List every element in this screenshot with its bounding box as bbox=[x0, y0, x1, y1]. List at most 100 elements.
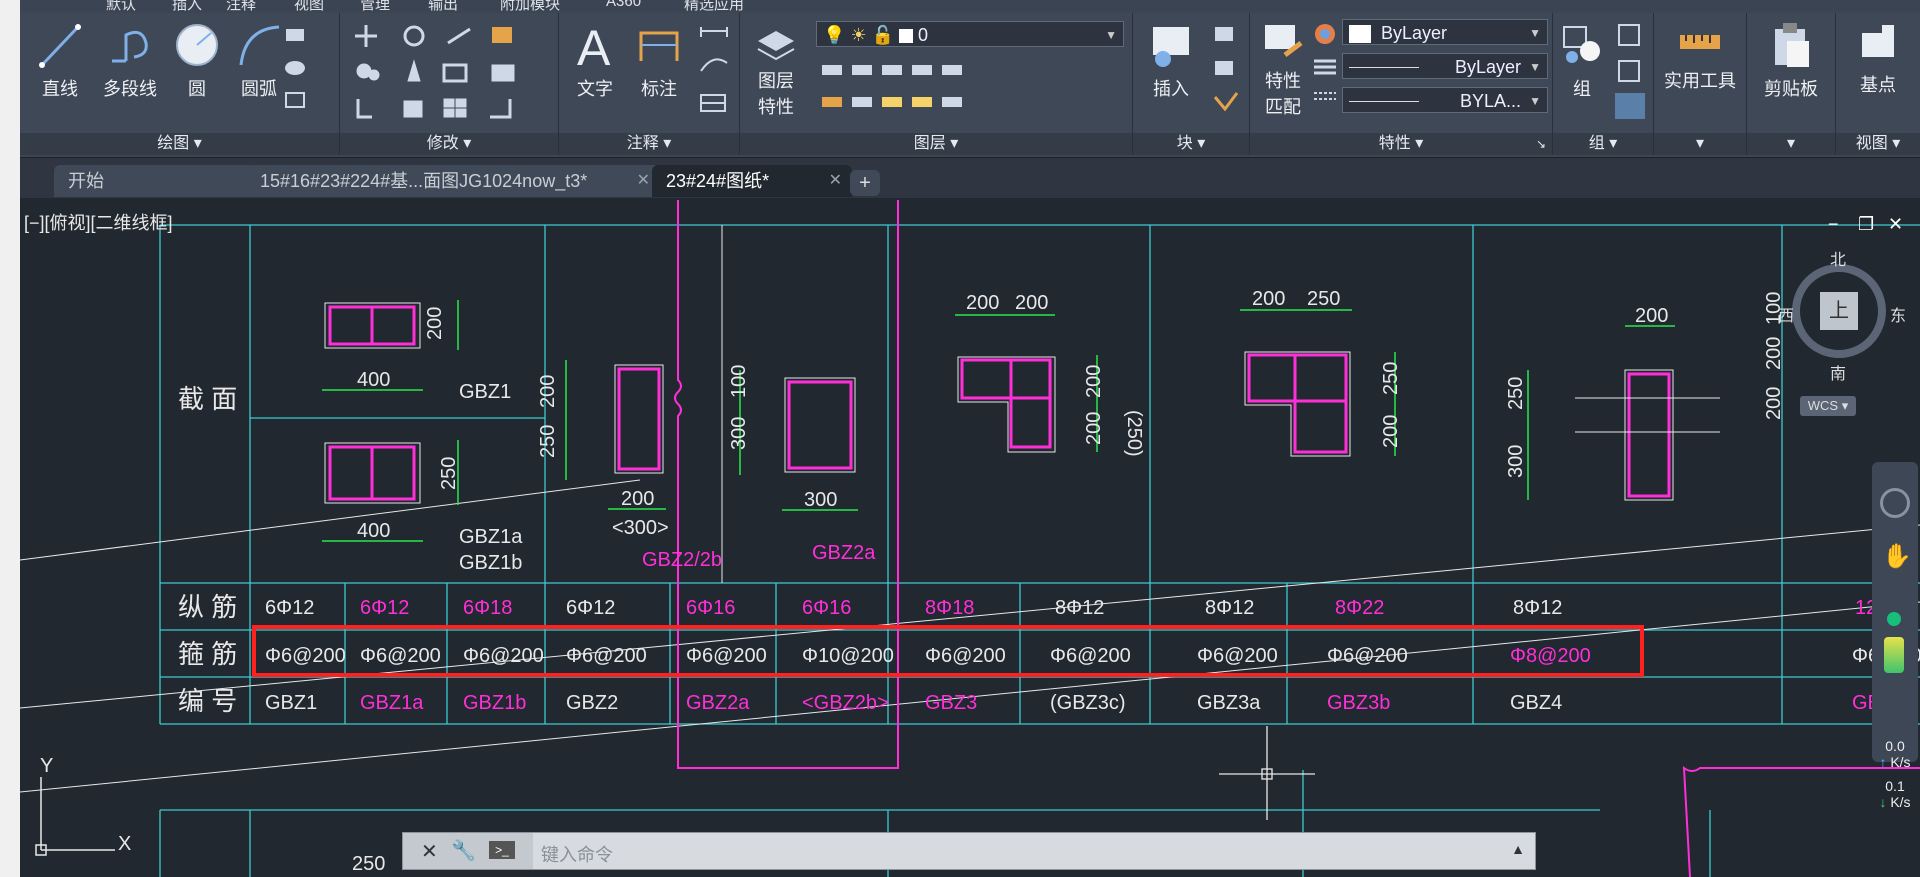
tab-start[interactable]: 开始 bbox=[54, 165, 254, 197]
command-prompt-icon[interactable]: >_ bbox=[489, 841, 515, 859]
pan-icon[interactable]: ✋ bbox=[1882, 542, 1912, 571]
panel-draw-title[interactable]: 绘图 ▾ bbox=[20, 133, 339, 155]
line-button[interactable]: 直线 bbox=[30, 21, 90, 101]
wcs-dropdown[interactable]: WCS ▾ bbox=[1800, 396, 1856, 416]
dimension-button[interactable]: 标注 bbox=[629, 21, 689, 101]
circle-button[interactable]: 圆 bbox=[170, 21, 224, 101]
insert-block-icon bbox=[1153, 27, 1189, 67]
block-extra-icons[interactable] bbox=[1209, 23, 1245, 113]
crosshair-cursor bbox=[1219, 726, 1315, 820]
dim-gbz2a-h2: 300 bbox=[728, 417, 750, 450]
compass-west[interactable]: 西 bbox=[1778, 302, 1794, 326]
steering-wheel-icon[interactable] bbox=[1880, 488, 1910, 518]
compass-east[interactable]: 东 bbox=[1890, 302, 1906, 326]
menu-insert[interactable]: 插入 bbox=[172, 0, 202, 11]
close-viewport-button[interactable]: ✕ bbox=[1888, 214, 1903, 235]
svg-text:8Φ22: 8Φ22 bbox=[1335, 597, 1384, 619]
dim-gbz3a-h2: 200 bbox=[1380, 415, 1402, 448]
svg-text:Φ6@200: Φ6@200 bbox=[1327, 645, 1408, 667]
panel-group-title[interactable]: 组 ▾ bbox=[1553, 133, 1653, 155]
svg-text:Φ10@200: Φ10@200 bbox=[802, 645, 894, 667]
drawing-canvas[interactable]: 截 面 纵 筋 箍 筋 编 号 400 200 400 250 200 <300… bbox=[20, 200, 1920, 877]
basepoint-icon bbox=[1862, 25, 1894, 57]
autocad-window: 默认 插入 注释 视图 管理 输出 附加模块 A360 精选应用 直线 多段线 … bbox=[0, 0, 1920, 877]
annotation-extra-icons[interactable] bbox=[697, 23, 733, 113]
svg-text:Φ6@200: Φ6@200 bbox=[463, 645, 544, 667]
dim-right-1: 200 bbox=[1763, 337, 1785, 370]
command-line-tools: ✕ 🔧 >_ bbox=[403, 833, 533, 869]
close-icon[interactable]: ✕ bbox=[829, 165, 842, 197]
modify-tool-icons[interactable] bbox=[352, 21, 548, 121]
close-icon[interactable]: ✕ bbox=[637, 165, 650, 197]
arc-icon bbox=[239, 25, 280, 66]
group-extra-icons[interactable] bbox=[1615, 21, 1649, 121]
command-input[interactable]: 键入命令 bbox=[541, 841, 613, 867]
menu-annotate[interactable]: 注释 bbox=[226, 0, 256, 11]
clipboard-button[interactable]: 剪贴板 bbox=[1751, 21, 1831, 101]
wrench-icon[interactable]: 🔧 bbox=[451, 838, 476, 863]
panel-clipboard: 剪贴板 ▾ bbox=[1747, 13, 1836, 155]
property-icons bbox=[1314, 24, 1336, 100]
minimize-viewport-button[interactable]: − bbox=[1828, 214, 1839, 235]
compass-south[interactable]: 南 bbox=[1830, 360, 1846, 384]
polyline-button[interactable]: 多段线 bbox=[90, 21, 170, 101]
measure-icon bbox=[1680, 35, 1720, 49]
compass-north[interactable]: 北 bbox=[1830, 246, 1846, 270]
panel-utilities-title[interactable]: ▾ bbox=[1654, 133, 1746, 155]
dim-gbz2-h1: 200 bbox=[537, 375, 559, 408]
dim-gbz1a-width: 400 bbox=[357, 520, 390, 542]
match-properties-button[interactable]: 特性 匹配 bbox=[1254, 21, 1312, 119]
ucs-icon: Y X bbox=[35, 755, 131, 856]
clipboard-icon bbox=[1775, 23, 1809, 67]
panel-modify: 修改 ▾ bbox=[340, 13, 559, 155]
panel-modify-title[interactable]: 修改 ▾ bbox=[340, 133, 558, 155]
menu-addins[interactable]: 附加模块 bbox=[500, 0, 560, 11]
panel-block-title[interactable]: 块 ▾ bbox=[1133, 133, 1249, 155]
svg-text:Φ6@200: Φ6@200 bbox=[686, 645, 767, 667]
chevron-up-icon[interactable]: ▲ bbox=[1511, 841, 1525, 857]
network-status-icon bbox=[1887, 612, 1901, 626]
dim-right-3: 200 bbox=[1763, 387, 1785, 420]
layer-dropdown[interactable]: 💡 ☀ 🔓 0 ▼ bbox=[816, 21, 1124, 47]
svg-text:Φ6@200: Φ6@200 bbox=[566, 645, 647, 667]
insert-button[interactable]: 插入 bbox=[1139, 21, 1203, 101]
menu-view[interactable]: 视图 bbox=[294, 0, 324, 11]
viewport-label[interactable]: [−][俯视][二维线框] bbox=[24, 209, 173, 235]
text-button[interactable]: A 文字 bbox=[565, 21, 625, 101]
menu-default[interactable]: 默认 bbox=[106, 0, 136, 11]
layer-color-swatch bbox=[899, 29, 914, 44]
color-dropdown[interactable]: ByLayer ▼ bbox=[1342, 19, 1548, 45]
panel-layers-title[interactable]: 图层 ▾ bbox=[740, 133, 1132, 155]
panel-group: 组 组 ▾ bbox=[1553, 13, 1654, 155]
viewcube[interactable]: 上 北 南 西 东 bbox=[1778, 252, 1906, 383]
panel-annotation-title[interactable]: 注释 ▾ bbox=[559, 133, 739, 155]
menu-a360[interactable]: A360 bbox=[606, 0, 641, 10]
draw-extra-icons[interactable] bbox=[282, 23, 332, 113]
restore-viewport-button[interactable]: ❐ bbox=[1858, 214, 1874, 235]
panel-view-title[interactable]: 视图 ▾ bbox=[1836, 133, 1920, 155]
tab-drawing-1[interactable]: 15#16#23#224#基...面图JG1024now_t3* ✕ bbox=[246, 165, 660, 197]
lineweight-dropdown[interactable]: BYLA... ▼ bbox=[1342, 87, 1548, 113]
viewcube-top-face[interactable]: 上 bbox=[1820, 292, 1858, 330]
menu-bar: 默认 插入 注释 视图 管理 输出 附加模块 A360 精选应用 bbox=[20, 0, 1920, 11]
menu-featured[interactable]: 精选应用 bbox=[684, 0, 744, 11]
svg-text:8Φ18: 8Φ18 bbox=[925, 597, 974, 619]
chevron-down-icon: ▼ bbox=[1105, 28, 1117, 42]
tab-drawing-2[interactable]: 23#24#图纸* ✕ bbox=[652, 165, 852, 197]
linetype-dropdown[interactable]: ByLayer ▼ bbox=[1342, 53, 1548, 79]
group-button[interactable]: 组 bbox=[1557, 21, 1607, 101]
panel-properties-title[interactable]: 特性 ▾ ↘ bbox=[1250, 133, 1552, 155]
menu-output[interactable]: 输出 bbox=[428, 0, 458, 11]
menu-manage[interactable]: 管理 bbox=[360, 0, 390, 11]
utilities-button[interactable]: 实用工具 bbox=[1658, 21, 1742, 93]
new-tab-button[interactable]: + bbox=[850, 170, 880, 196]
linetype-preview bbox=[1349, 67, 1419, 68]
basepoint-button[interactable]: 基点 bbox=[1840, 21, 1916, 97]
layer-properties-button[interactable]: 图层 特性 bbox=[744, 21, 808, 119]
upload-speed: 0.0 ↑ K/s bbox=[1879, 738, 1911, 770]
close-icon[interactable]: ✕ bbox=[421, 839, 438, 864]
panel-clipboard-title[interactable]: ▾ bbox=[1747, 133, 1835, 155]
color-swatch bbox=[1349, 25, 1371, 44]
svg-text:6Φ12: 6Φ12 bbox=[265, 597, 314, 619]
layer-tool-icons[interactable] bbox=[820, 61, 1020, 131]
